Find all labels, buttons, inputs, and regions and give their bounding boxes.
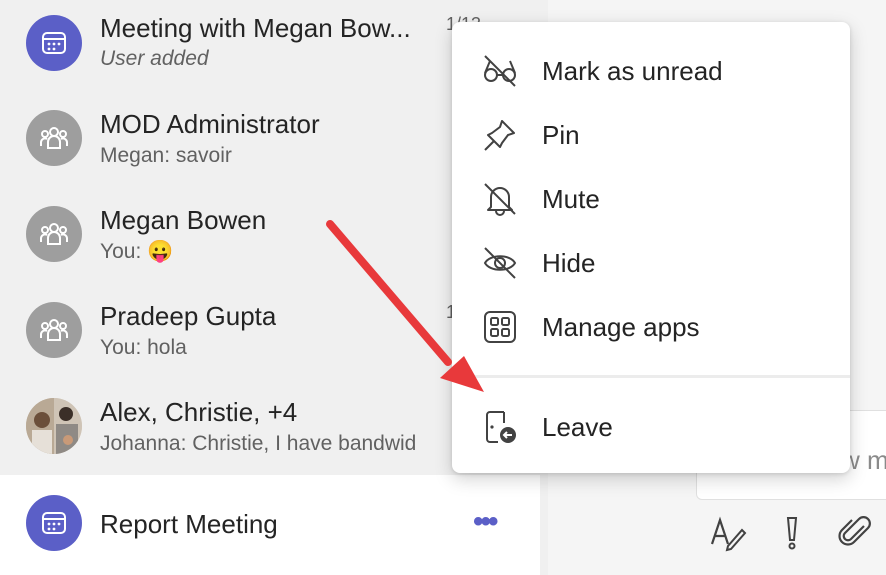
emoji-tongue-icon: 😛 <box>147 240 174 263</box>
chat-subtitle-text: You: <box>100 240 142 263</box>
menu-item-label: Mute <box>542 184 600 214</box>
chat-subtitle: Megan: savoir <box>100 144 232 167</box>
chat-title: Meeting with Megan Bow... <box>100 13 411 43</box>
menu-item-label: Mark as unread <box>542 56 723 86</box>
chat-title: MOD Administrator <box>100 109 320 139</box>
more-options-button[interactable]: ••• <box>473 505 498 539</box>
menu-item-leave[interactable]: Leave <box>452 395 850 459</box>
mark-unread-icon <box>482 53 518 89</box>
menu-item-mark-unread[interactable]: Mark as unread <box>452 39 850 103</box>
group-icon <box>26 110 82 166</box>
important-icon[interactable] <box>772 512 812 552</box>
chat-title: Pradeep Gupta <box>100 301 277 331</box>
menu-item-label: Hide <box>542 248 596 278</box>
menu-item-label: Leave <box>542 412 613 442</box>
pin-icon <box>482 117 518 153</box>
calendar-icon <box>26 495 82 551</box>
chat-subtitle: You: 😛 <box>100 240 173 264</box>
hide-eye-icon <box>482 245 518 281</box>
group-icon <box>26 302 82 358</box>
chat-item-report-meeting[interactable]: Report Meeting ••• <box>0 475 540 575</box>
format-icon[interactable] <box>708 512 748 552</box>
chat-title: Alex, Christie, +4 <box>100 397 298 427</box>
menu-item-mute[interactable]: Mute <box>452 167 850 231</box>
chat-subtitle: User added <box>100 47 209 70</box>
calendar-icon <box>26 15 82 71</box>
menu-item-label: Pin <box>542 120 580 150</box>
menu-item-hide[interactable]: Hide <box>452 231 850 295</box>
menu-item-label: Manage apps <box>542 312 700 342</box>
chat-subtitle: Johanna: Christie, I have bandwid <box>100 432 417 455</box>
leave-icon <box>482 409 518 445</box>
group-icon <box>26 206 82 262</box>
attach-icon[interactable] <box>836 512 876 552</box>
chat-context-menu: Mark as unread Pin Mute Hide Manage apps… <box>452 22 850 473</box>
menu-item-pin[interactable]: Pin <box>452 103 850 167</box>
chat-title: Report Meeting <box>100 509 278 539</box>
group-photo-avatar <box>26 398 82 454</box>
menu-item-manage-apps[interactable]: Manage apps <box>452 295 850 359</box>
chat-subtitle: You: hola <box>100 336 187 359</box>
menu-divider <box>452 375 850 378</box>
chat-title: Megan Bowen <box>100 205 267 235</box>
mute-bell-icon <box>482 181 518 217</box>
apps-grid-icon <box>482 309 518 345</box>
